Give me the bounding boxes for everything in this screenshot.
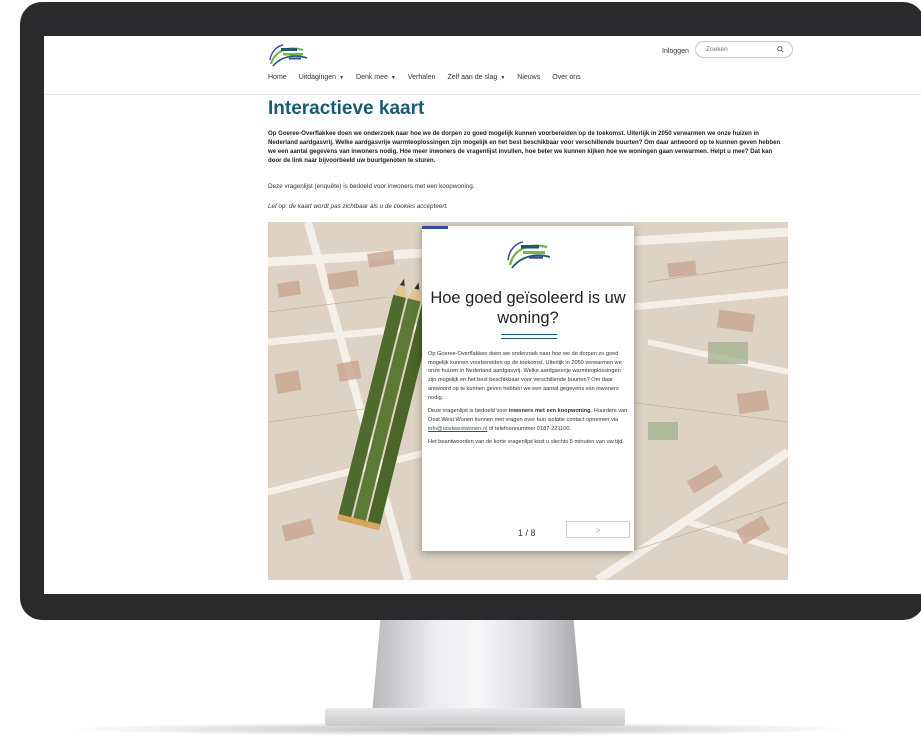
nav-item-home[interactable]: Home	[268, 74, 287, 81]
monitor-stand	[372, 620, 582, 714]
main-nav: Home Uitdagingen ▼ Denk mee ▼ Verhalen Zel…	[268, 74, 593, 81]
survey-card: Hoe goed geïsoleerd is uw woning? Op Goe…	[422, 226, 634, 551]
survey-paragraph-2: Deze vragenlijst is bedoeld voor inwoner…	[428, 408, 628, 432]
search-icon[interactable]	[777, 46, 784, 53]
page-title: Interactieve kaart	[268, 98, 425, 119]
chevron-down-icon: ▼	[390, 74, 396, 81]
next-button[interactable]: >	[566, 521, 630, 538]
page-indicator: 1 / 8	[518, 528, 536, 538]
site-logo[interactable]	[267, 42, 311, 68]
login-link[interactable]: Inloggen	[662, 48, 689, 55]
title-underline	[501, 334, 557, 339]
intro-text: Op Goeree-Overflakkee doen we onderzoek …	[268, 130, 781, 165]
email-link[interactable]: info@oostwestwonen.nl	[428, 426, 487, 432]
nav-item-verhalen[interactable]: Verhalen	[408, 74, 436, 81]
nav-item-over-ons[interactable]: Over ons	[552, 74, 580, 81]
search-box[interactable]	[695, 41, 793, 58]
nav-item-uitdagingen[interactable]: Uitdagingen ▼	[299, 74, 344, 81]
progress-bar	[422, 226, 448, 229]
nav-item-denk-mee[interactable]: Denk mee ▼	[356, 74, 396, 81]
monitor-stand-base	[325, 708, 625, 726]
site-header: Inloggen Home Uitdagingen▼ Denk mee▼ Ver…	[44, 36, 921, 95]
cookie-note: Let op: de kaart wordt pas zichtbaar als…	[268, 203, 448, 210]
chevron-down-icon: ▼	[500, 74, 506, 81]
survey-title: Hoe goed geïsoleerd is uw woning?	[430, 289, 626, 327]
browser-viewport: Inloggen Home Uitdagingen▼ Denk mee▼ Ver…	[44, 36, 921, 594]
search-input[interactable]	[706, 44, 770, 55]
survey-paragraph-1: Op Goeree-Overflakkee doen we onderzoek …	[428, 351, 622, 401]
survey-logo	[507, 241, 551, 269]
survey-paragraph-3: Het beantwoorden van de korte vragenlijs…	[428, 439, 624, 446]
nav-item-zelf-aan-de-slag[interactable]: Zelf aan de slag ▼	[448, 74, 506, 81]
chevron-down-icon: ▼	[339, 74, 345, 81]
nav-item-nieuws[interactable]: Nieuws	[517, 74, 540, 81]
survey-description: Op Goeree-Overflakkee doen we onderzoek …	[428, 350, 628, 452]
target-audience-note: Deze vragenlijst (enquête) is bedoeld vo…	[268, 183, 475, 190]
